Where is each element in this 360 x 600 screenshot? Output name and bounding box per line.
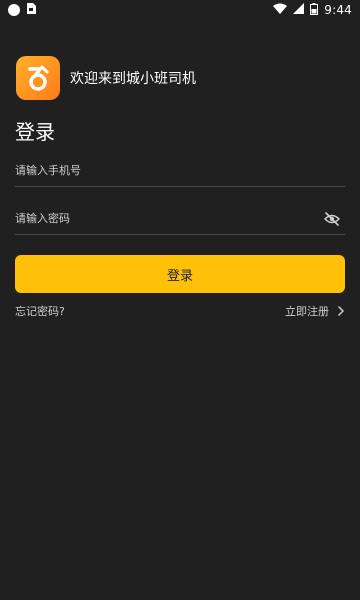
eye-off-icon[interactable] (323, 210, 341, 228)
circle-icon (8, 4, 20, 16)
status-bar: 9:44 (0, 0, 360, 20)
battery-icon (310, 2, 319, 18)
wifi-icon (273, 3, 288, 17)
sim-card-icon (26, 3, 36, 17)
phone-input[interactable] (15, 164, 295, 177)
forgot-password-link[interactable]: 忘记密码? (15, 303, 65, 319)
status-right: 9:44 (273, 2, 352, 18)
page-title: 登录 (15, 120, 55, 144)
password-field (15, 203, 345, 235)
login-button[interactable]: 登录 (15, 255, 345, 293)
register-label: 立即注册 (285, 305, 329, 318)
status-time: 9:44 (324, 3, 352, 17)
signal-icon (293, 3, 305, 17)
status-left (8, 3, 36, 17)
welcome-text: 欢迎来到城小班司机 (70, 71, 196, 87)
header: 欢迎来到城小班司机 (16, 56, 196, 100)
chevron-right-icon (337, 306, 345, 316)
register-link[interactable]: 立即注册 (285, 303, 345, 319)
password-input[interactable] (15, 212, 295, 225)
app-logo-icon (16, 56, 60, 100)
phone-field (15, 155, 345, 187)
link-row: 忘记密码? 立即注册 (15, 303, 345, 319)
